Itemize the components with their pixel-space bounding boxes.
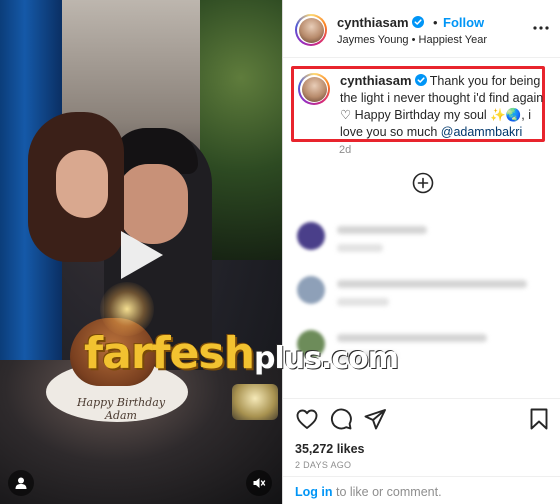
login-prompt-text: to like or comment. xyxy=(332,485,442,499)
post-header: cynthiasam • Follow Jaymes Young • Happi… xyxy=(283,0,560,58)
play-icon[interactable] xyxy=(117,228,165,282)
caption-text: cynthiasam Thank you for being the light… xyxy=(340,72,544,141)
blurred-comment xyxy=(295,220,545,264)
more-icon[interactable] xyxy=(531,18,551,38)
post-actions-bar xyxy=(283,398,560,438)
login-link[interactable]: Log in xyxy=(295,485,333,499)
audio-attribution[interactable]: Jaymes Young • Happiest Year xyxy=(337,34,487,46)
watermark-main: farfesh xyxy=(84,328,255,379)
bookmark-icon[interactable] xyxy=(527,407,551,431)
photo-woman-face xyxy=(56,150,108,218)
plate-lettering: Happy Birthday Adam xyxy=(76,396,166,422)
watermark-suffix: plus.com xyxy=(254,341,399,376)
photo-glass xyxy=(232,384,278,420)
person-tag-icon[interactable] xyxy=(8,470,34,496)
blurred-comment xyxy=(295,274,545,318)
caption-mention-link[interactable]: @adammbakri xyxy=(441,125,522,139)
watermark-logo: farfeshplus.com xyxy=(84,328,484,388)
blurred-avatar xyxy=(297,276,325,304)
photo-plant xyxy=(200,0,282,260)
likes-count[interactable]: 35,272 likes xyxy=(295,442,365,456)
post-date[interactable]: 2 DAYS AGO xyxy=(295,460,351,470)
follow-button[interactable]: Follow xyxy=(443,15,484,30)
blurred-avatar xyxy=(297,222,325,250)
caption-avatar[interactable] xyxy=(298,73,330,105)
author-avatar[interactable] xyxy=(295,14,327,46)
share-icon[interactable] xyxy=(363,407,387,431)
verified-badge-icon xyxy=(411,16,424,28)
mute-icon[interactable] xyxy=(246,470,272,496)
caption-highlight: cynthiasam Thank you for being the light… xyxy=(291,66,545,142)
verified-badge-icon xyxy=(414,74,427,86)
post-side-panel: cynthiasam • Follow Jaymes Young • Happi… xyxy=(282,0,560,504)
comment-icon[interactable] xyxy=(329,407,353,431)
caption-username[interactable]: cynthiasam xyxy=(340,73,412,88)
author-username[interactable]: cynthiasam xyxy=(337,15,424,30)
heart-icon[interactable] xyxy=(295,407,319,431)
caption-timestamp: 2d xyxy=(339,144,352,156)
header-separator: • xyxy=(433,15,438,30)
login-prompt: Log in to like or comment. xyxy=(283,476,560,504)
post-media[interactable]: Happy Birthday Adam xyxy=(0,0,282,504)
load-more-comments-icon[interactable] xyxy=(412,172,434,194)
author-username-text[interactable]: cynthiasam xyxy=(337,15,409,30)
